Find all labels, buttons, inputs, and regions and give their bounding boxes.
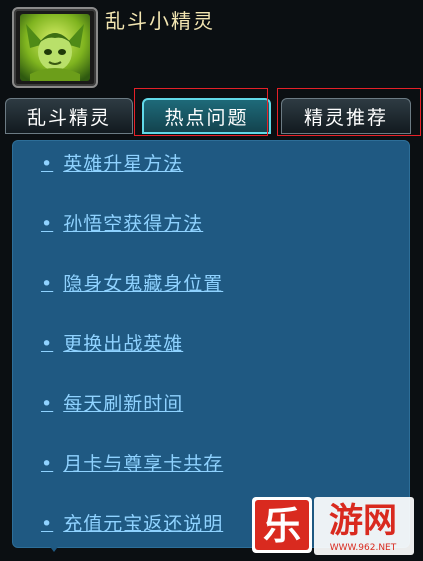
tab-bar: 乱斗精灵 热点问题 精灵推荐 <box>0 88 423 140</box>
app-title: 乱斗小精灵 <box>105 9 215 33</box>
list-item: • 每天刷新时间 <box>13 389 393 425</box>
tab-hot-questions[interactable]: 热点问题 <box>142 98 271 134</box>
faq-link[interactable]: • 英雄升星方法 <box>41 149 183 176</box>
list-item: • 月卡与尊享卡共存 <box>13 449 393 485</box>
elf-avatar-icon <box>20 14 90 81</box>
tab-jingling-recommend[interactable]: 精灵推荐 <box>281 98 411 134</box>
list-item: • 隐身女鬼藏身位置 <box>13 269 393 305</box>
header: 乱斗小精灵 <box>0 0 423 92</box>
faq-link[interactable]: • 充值元宝返还说明 <box>41 509 223 536</box>
watermark-logo-char1: 乐 <box>263 504 301 548</box>
faq-link[interactable]: • 隐身女鬼藏身位置 <box>41 269 223 296</box>
faq-link[interactable]: • 更换出战英雄 <box>41 329 183 356</box>
faq-link[interactable]: • 月卡与尊享卡共存 <box>41 449 223 476</box>
avatar[interactable] <box>20 14 90 81</box>
faq-link[interactable]: • 孙悟空获得方法 <box>41 209 203 236</box>
watermark-url: WWW.962.NET <box>330 543 397 553</box>
faq-link[interactable]: • 每天刷新时间 <box>41 389 183 416</box>
faq-panel: • 英雄升星方法 • 孙悟空获得方法 • 隐身女鬼藏身位置 • 更换出战英雄 • 每天刷新… <box>12 140 410 548</box>
list-item: • 更换出战英雄 <box>13 329 393 365</box>
tab-luandou-jingling[interactable]: 乱斗精灵 <box>5 98 133 134</box>
panel-pointer <box>45 540 63 552</box>
avatar-frame[interactable] <box>12 7 98 88</box>
list-item: • 英雄升星方法 <box>13 149 393 185</box>
watermark-logo-text: 游网 <box>329 501 397 541</box>
list-item: • 孙悟空获得方法 <box>13 209 393 245</box>
site-watermark: 乐 游网 WWW.962.NET <box>251 496 416 556</box>
